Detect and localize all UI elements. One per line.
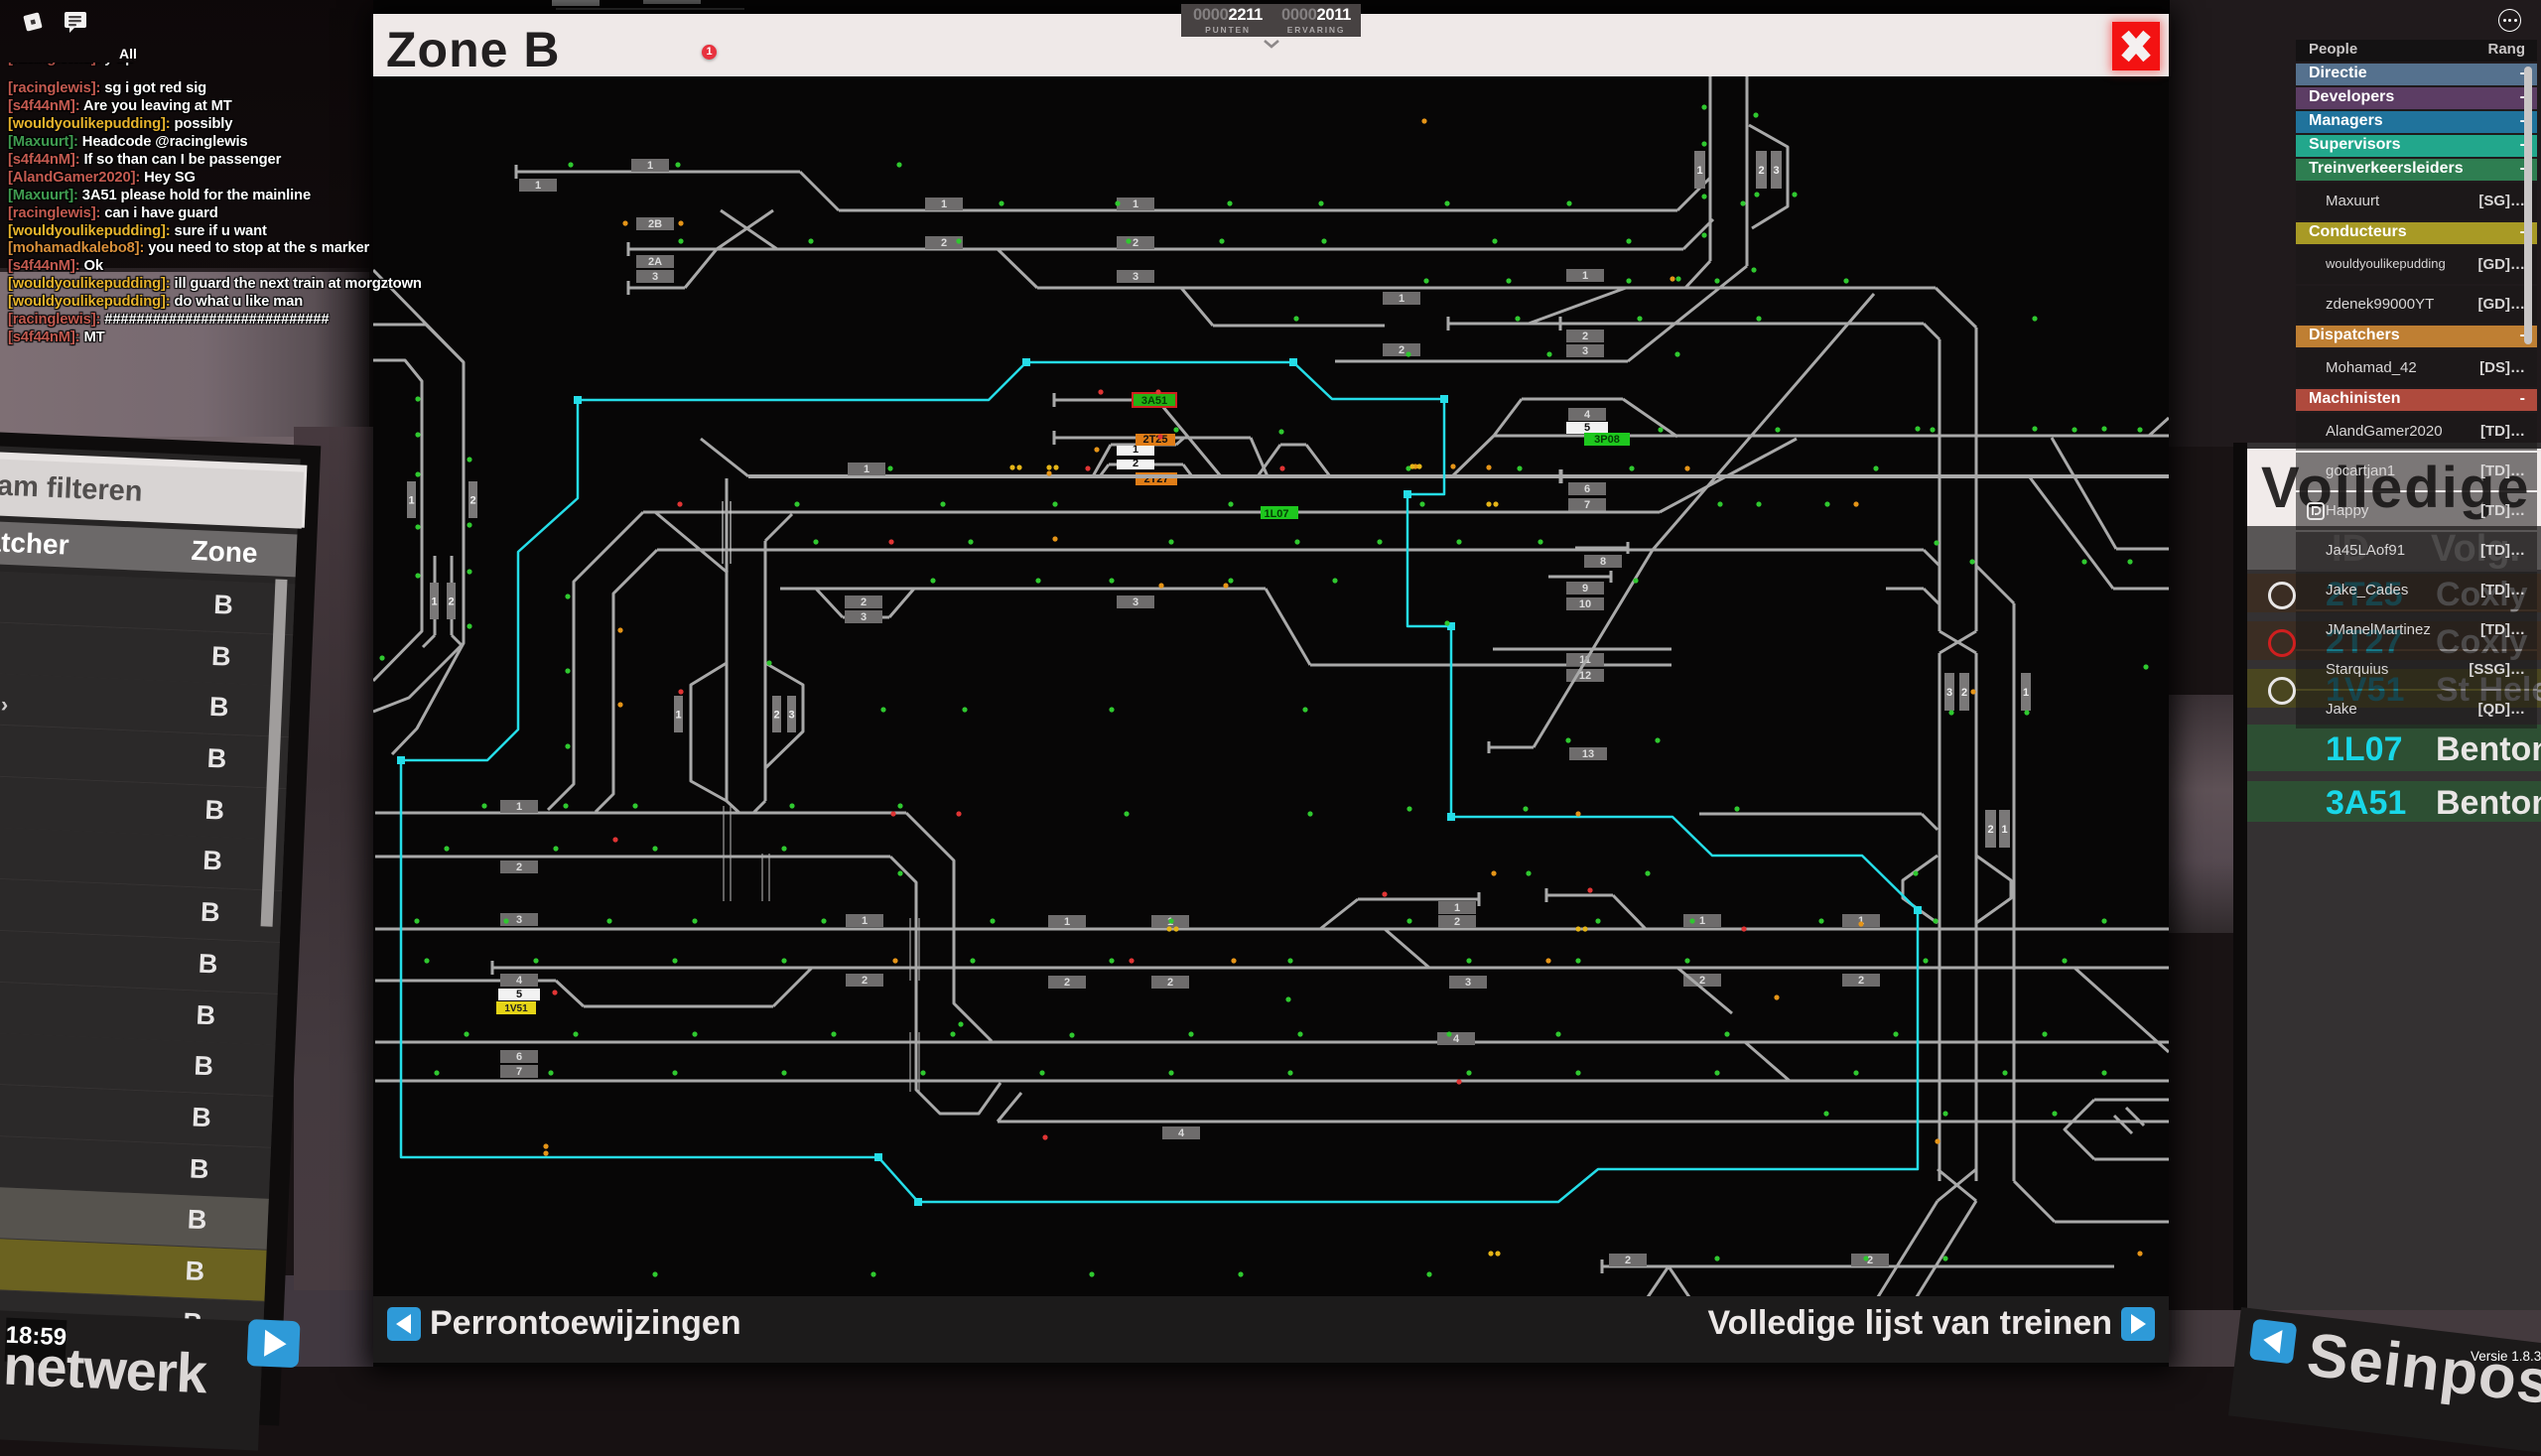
svg-text:2: 2 bbox=[1582, 331, 1588, 342]
svg-text:1: 1 bbox=[1064, 916, 1070, 928]
svg-text:6: 6 bbox=[516, 1051, 522, 1063]
svg-text:7: 7 bbox=[1584, 499, 1590, 511]
svg-text:10: 10 bbox=[1579, 598, 1591, 610]
svg-text:12: 12 bbox=[1579, 670, 1591, 682]
svg-text:2: 2 bbox=[861, 596, 867, 608]
svg-text:3: 3 bbox=[1465, 977, 1471, 989]
svg-text:3: 3 bbox=[861, 611, 867, 623]
svg-text:7: 7 bbox=[516, 1066, 522, 1078]
svg-text:8: 8 bbox=[1600, 556, 1606, 568]
svg-text:1: 1 bbox=[1454, 902, 1460, 914]
svg-text:2: 2 bbox=[1987, 824, 1993, 836]
svg-text:2: 2 bbox=[1133, 237, 1138, 249]
svg-text:2: 2 bbox=[862, 975, 868, 987]
svg-text:2: 2 bbox=[516, 861, 522, 873]
svg-text:1: 1 bbox=[431, 596, 437, 608]
svg-text:2B: 2B bbox=[648, 218, 662, 230]
svg-text:2: 2 bbox=[1064, 977, 1070, 989]
svg-text:2: 2 bbox=[1625, 1255, 1631, 1266]
svg-text:1L07: 1L07 bbox=[1264, 508, 1288, 520]
svg-text:1: 1 bbox=[941, 199, 947, 210]
svg-text:2T25: 2T25 bbox=[1142, 434, 1167, 446]
svg-text:1V51: 1V51 bbox=[504, 1003, 528, 1014]
svg-text:1: 1 bbox=[408, 495, 414, 507]
svg-text:3: 3 bbox=[788, 710, 794, 722]
svg-text:1: 1 bbox=[516, 801, 522, 813]
svg-text:2: 2 bbox=[448, 596, 454, 608]
svg-text:3: 3 bbox=[652, 271, 658, 283]
svg-text:2: 2 bbox=[1454, 916, 1460, 928]
svg-text:2: 2 bbox=[1133, 458, 1138, 469]
svg-text:3: 3 bbox=[1133, 596, 1138, 608]
svg-text:2: 2 bbox=[1399, 344, 1404, 356]
svg-text:2: 2 bbox=[1167, 977, 1173, 989]
svg-text:2: 2 bbox=[469, 495, 475, 507]
svg-text:1: 1 bbox=[535, 180, 541, 192]
svg-text:1: 1 bbox=[1582, 270, 1588, 282]
svg-text:1: 1 bbox=[2001, 824, 2007, 836]
svg-text:2A: 2A bbox=[648, 256, 662, 268]
svg-text:13: 13 bbox=[1582, 748, 1594, 760]
svg-text:1: 1 bbox=[862, 915, 868, 927]
svg-text:3: 3 bbox=[1133, 271, 1138, 283]
svg-text:1: 1 bbox=[1399, 293, 1404, 305]
svg-text:3: 3 bbox=[1946, 687, 1952, 699]
svg-text:2: 2 bbox=[1858, 975, 1864, 987]
svg-text:6: 6 bbox=[1584, 483, 1590, 495]
svg-text:3: 3 bbox=[516, 914, 522, 926]
svg-text:1: 1 bbox=[1696, 165, 1702, 177]
svg-text:1: 1 bbox=[675, 710, 681, 722]
svg-text:2: 2 bbox=[773, 710, 779, 722]
svg-text:1: 1 bbox=[647, 160, 653, 172]
svg-text:1: 1 bbox=[1133, 199, 1138, 210]
svg-text:5: 5 bbox=[1584, 422, 1590, 434]
svg-text:4: 4 bbox=[1584, 409, 1591, 421]
svg-text:2: 2 bbox=[1961, 687, 1967, 699]
svg-text:4: 4 bbox=[1178, 1127, 1185, 1139]
svg-text:1: 1 bbox=[864, 463, 869, 475]
svg-text:2: 2 bbox=[1758, 165, 1764, 177]
svg-text:4: 4 bbox=[516, 975, 523, 987]
svg-text:5: 5 bbox=[516, 989, 522, 1000]
svg-text:2: 2 bbox=[941, 237, 947, 249]
svg-text:3A51: 3A51 bbox=[1141, 395, 1167, 407]
svg-text:4: 4 bbox=[1453, 1033, 1460, 1045]
svg-text:1: 1 bbox=[1699, 915, 1705, 927]
svg-text:2: 2 bbox=[1867, 1255, 1873, 1266]
svg-text:3: 3 bbox=[1582, 345, 1588, 357]
svg-text:3: 3 bbox=[1773, 165, 1779, 177]
svg-text:3P08: 3P08 bbox=[1594, 434, 1620, 446]
svg-text:1: 1 bbox=[2023, 687, 2029, 699]
svg-text:9: 9 bbox=[1582, 583, 1588, 595]
